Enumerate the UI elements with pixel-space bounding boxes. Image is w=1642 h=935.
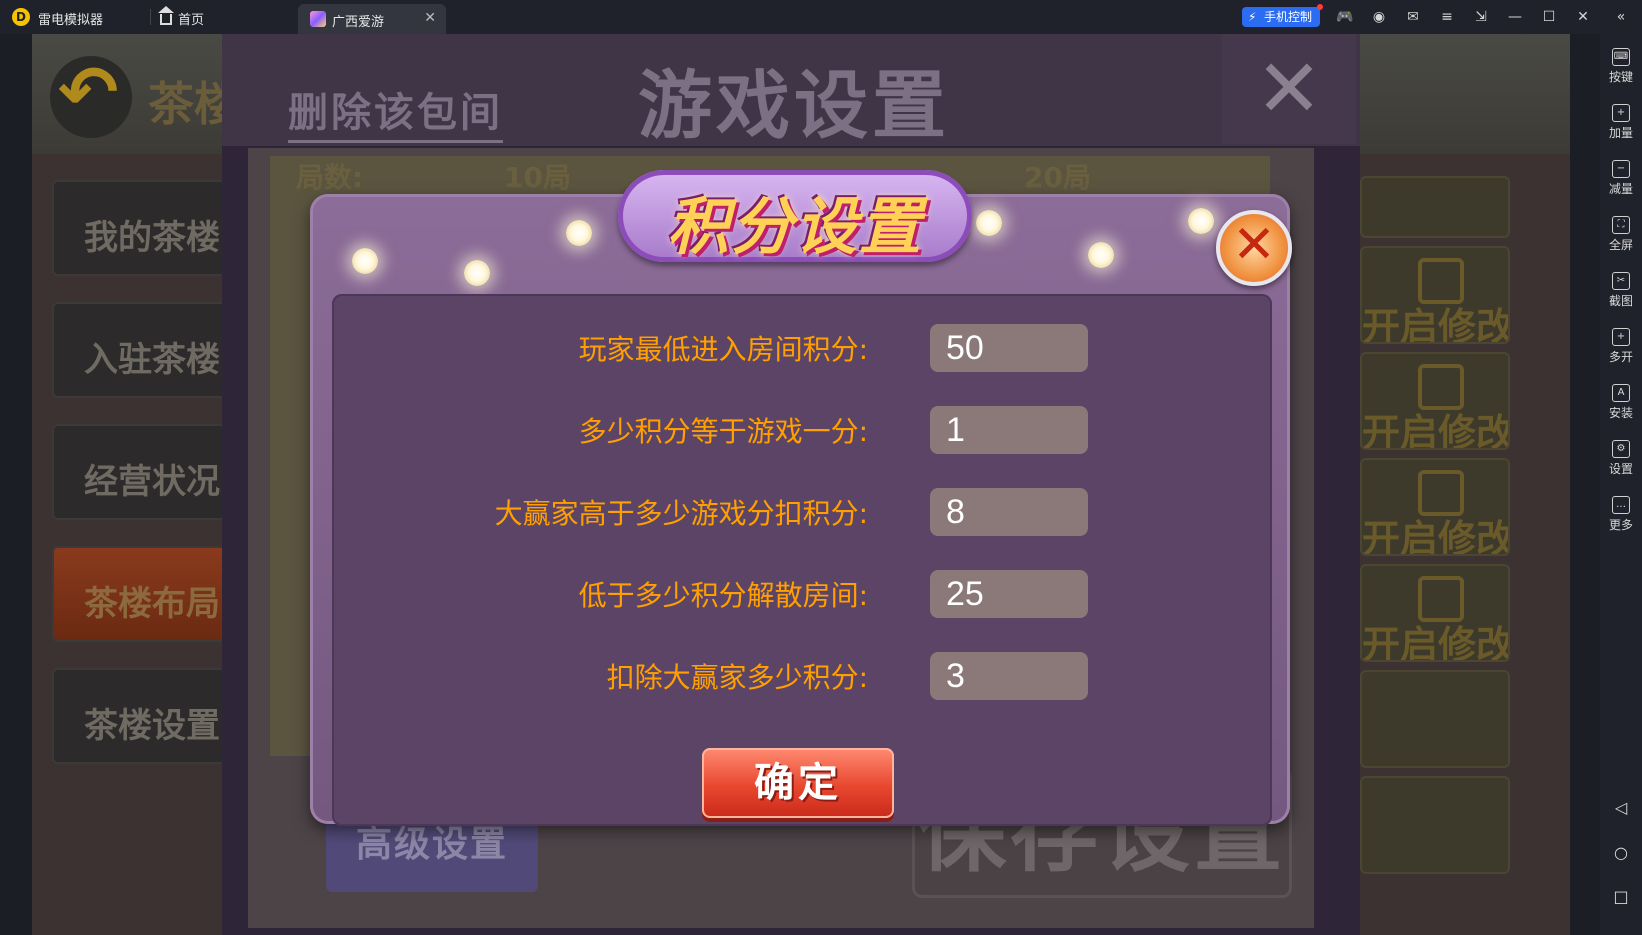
app-logo-icon: D [12,8,30,26]
mail-icon[interactable]: ✉ [1404,8,1422,26]
tab-home[interactable]: 首页 [158,6,205,28]
scissors-icon: ✂ [1612,272,1630,290]
sidebar-volume-up[interactable]: + 加量 [1600,104,1642,141]
sidebar-label: 加量 [1608,126,1633,140]
notification-dot [1317,4,1324,10]
more-icon: … [1612,496,1630,514]
sidebar-label: 多开 [1608,350,1633,364]
sidebar-keys[interactable]: ⌨ 按键 [1600,48,1642,85]
row-edit-label: 开启修改 [1362,517,1510,556]
big-winner-threshold-label: 大赢家高于多少游戏分扣积分: [494,497,868,530]
dialog-content: 玩家最低进入房间积分: 50 多少积分等于游戏一分: 1 大赢家高于多少游戏分扣… [332,294,1272,826]
emulator-sidebar: ⌨ 按键 + 加量 − 减量 ⛶ 全屏 ✂ 截图 + 多开 A 安装 ⚙ 设置 … 更多 ◁ ○ … [1600,34,1642,935]
big-winner-deduction-input[interactable]: 3 [930,652,1088,700]
sidebar-label: 截图 [1608,294,1633,308]
tab-game[interactable]: 广西爱游 ✕ [298,4,446,34]
score-per-game-point-input[interactable]: 1 [930,406,1088,454]
back-arrow-icon[interactable] [50,50,132,138]
app-name: 雷电模拟器 [38,13,104,28]
decorative-light [352,248,378,274]
sidebar-install[interactable]: A 安装 [1600,384,1642,421]
close-dialog-icon[interactable]: ✕ [1216,210,1292,286]
sidebar-label: 安装 [1608,406,1633,420]
sidebar-screenshot[interactable]: ✂ 截图 [1600,272,1642,309]
fullscreen-icon: ⛶ [1612,216,1630,234]
min-entry-score-label: 玩家最低进入房间积分: [578,333,868,366]
dialog-title: 积分设置 [666,190,923,263]
sidebar-label: 更多 [1608,518,1633,532]
score-settings-dialog: 积分设置 ✕ 玩家最低进入房间积分: 50 多少积分等于游戏一分: 1 大赢家高… [310,170,1292,826]
confirm-button[interactable]: 确定 [702,748,894,818]
minimize-icon[interactable]: — [1506,8,1524,26]
tab-game-label: 广西爱游 [332,15,385,30]
home-icon [158,6,174,25]
decorative-light [566,220,592,246]
tab-close-icon[interactable]: ✕ [424,10,436,26]
dialog-title-banner: 积分设置 [618,170,972,263]
big-winner-threshold-input[interactable]: 8 [930,488,1088,536]
menu-icon[interactable]: ≡ [1438,8,1456,26]
close-window-icon[interactable]: ✕ [1574,8,1592,26]
decorative-light [464,260,490,286]
sidebar-label: 减量 [1608,182,1633,196]
shrink-window-icon[interactable]: ⇲ [1472,8,1490,26]
volume-up-icon: + [1612,104,1630,122]
right-header-bar [1360,176,1510,238]
dissolve-room-score-input[interactable]: 25 [930,570,1088,618]
apk-icon: A [1612,384,1630,402]
sidebar-fullscreen[interactable]: ⛶ 全屏 [1600,216,1642,253]
close-icon[interactable]: ✕ [1222,34,1356,144]
home-nav-icon[interactable]: ○ [1612,844,1630,862]
decorative-light [976,210,1002,236]
big-winner-deduction-label: 扣除大赢家多少积分: [606,661,868,694]
row-edit-button[interactable]: 开启修改 [1360,458,1510,556]
empty-row [1360,670,1510,768]
game-tab-icon [310,11,326,27]
collapse-sidebar-icon[interactable]: « [1612,8,1630,26]
score-per-game-point-label: 多少积分等于游戏一分: [578,415,868,448]
decorative-light [1088,242,1114,268]
row-edit-label: 开启修改 [1362,623,1510,662]
delete-room-link[interactable]: 删除该包间 [288,80,503,143]
tab-home-label: 首页 [178,13,205,28]
row-edit-button[interactable]: 开启修改 [1360,246,1510,344]
back-nav-icon[interactable]: ◁ [1612,799,1630,817]
sidebar-multi[interactable]: + 多开 [1600,328,1642,365]
row-edit-button[interactable]: 开启修改 [1360,564,1510,662]
sidebar-volume-down[interactable]: − 减量 [1600,160,1642,197]
account-icon[interactable]: ◉ [1370,8,1388,26]
sidebar-more[interactable]: … 更多 [1600,496,1642,533]
keyboard-icon: ⌨ [1612,48,1630,66]
recents-nav-icon[interactable]: □ [1612,888,1630,906]
sidebar-label: 全屏 [1608,238,1633,252]
dissolve-room-score-label: 低于多少积分解散房间: [578,579,868,612]
decorative-light [1188,208,1214,234]
gear-icon: ⚙ [1612,440,1630,458]
game-settings-title: 游戏设置 [638,63,950,149]
menu-join-teahouse[interactable]: 入驻茶楼 [52,302,232,398]
maximize-icon[interactable]: ☐ [1540,8,1558,26]
menu-teahouse-layout[interactable]: 茶楼布局 [52,546,232,642]
phone-control-button[interactable]: 手机控制 [1242,4,1324,27]
emulator-title-bar: D 雷电模拟器 首页 广西爱游 ✕ 手机控制 🎮 ◉ ✉ ≡ ⇲ — ☐ ✕ « [0,0,1642,34]
sidebar-label: 设置 [1608,462,1633,476]
menu-teahouse-settings[interactable]: 茶楼设置 [52,668,232,764]
menu-business-status[interactable]: 经营状况 [52,424,232,520]
tab-divider [150,9,151,25]
empty-row [1360,776,1510,874]
sidebar-settings[interactable]: ⚙ 设置 [1600,440,1642,477]
row-edit-button[interactable]: 开启修改 [1360,352,1510,450]
row-edit-label: 开启修改 [1362,305,1510,344]
row-edit-label: 开启修改 [1362,411,1510,450]
gamepad-icon[interactable]: 🎮 [1336,8,1354,26]
game-viewport: 茶楼 我的茶楼 入驻茶楼 经营状况 茶楼布局 茶楼设置 开启修改 开启修改 开启… [0,34,1600,935]
phone-control-label: 手机控制 [1264,10,1313,24]
min-entry-score-input[interactable]: 50 [930,324,1088,372]
volume-down-icon: − [1612,160,1630,178]
menu-my-teahouse[interactable]: 我的茶楼 [52,180,232,276]
multi-instance-icon: + [1612,328,1630,346]
sidebar-label: 按键 [1608,70,1633,84]
